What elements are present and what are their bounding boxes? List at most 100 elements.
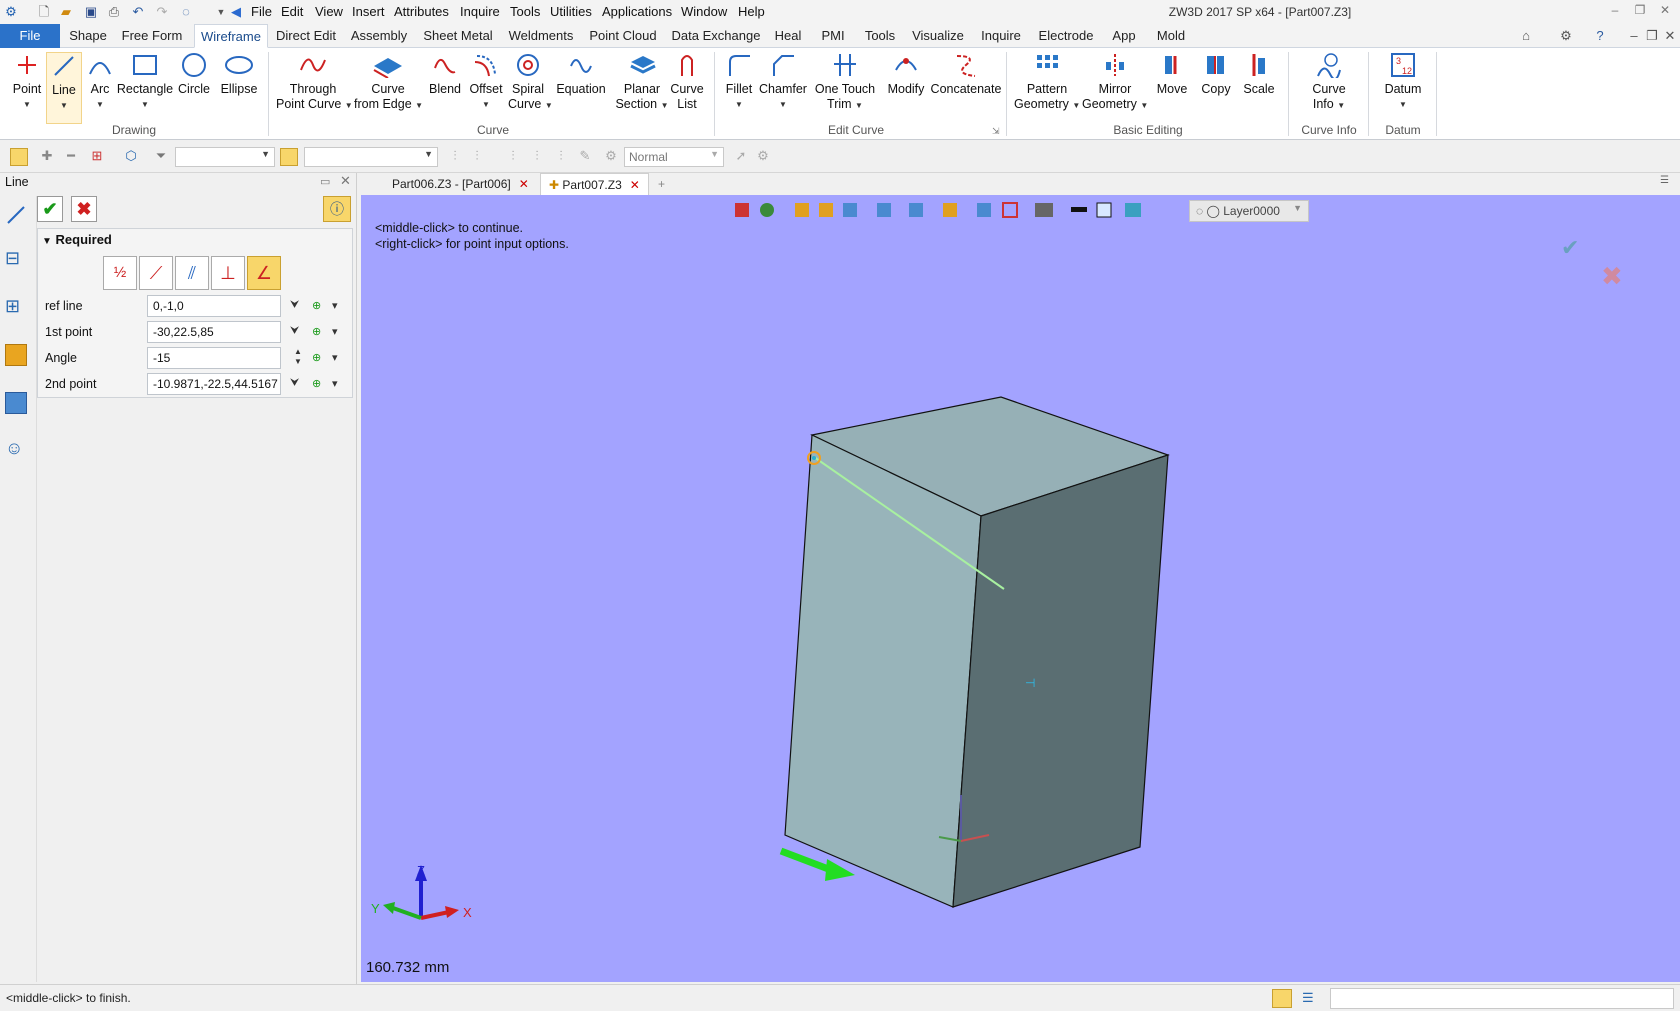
curve-list-button[interactable]: Curve List (670, 52, 704, 112)
ok-check-button[interactable]: ✔ (37, 196, 63, 222)
fillet-button[interactable]: Fillet ▼ (720, 52, 758, 112)
equation-button[interactable]: Equation (554, 52, 608, 97)
doc-restore-icon[interactable]: ❐ (1644, 28, 1660, 44)
help-icon[interactable]: ? (1592, 28, 1608, 44)
save-icon[interactable]: ▣ (83, 4, 99, 20)
first-point-field[interactable]: -30,22.5,85 (147, 321, 281, 343)
align-icon-4[interactable]: ⫶ (528, 148, 546, 166)
menu-utilities[interactable]: Utilities (550, 4, 592, 19)
ellipse-button[interactable]: Ellipse (218, 52, 260, 97)
print-icon[interactable]: ⎙ (106, 4, 122, 20)
spiral-curve-button[interactable]: Spiral Curve ▼ (508, 52, 553, 113)
quick-access-dropdown-icon[interactable]: ▼ (213, 4, 229, 20)
shape-filter-icon[interactable]: ⬡ (122, 148, 140, 166)
menu-edit[interactable]: Edit (281, 4, 303, 19)
tab-pmi[interactable]: PMI (816, 24, 850, 48)
menu-window[interactable]: Window (681, 4, 727, 19)
align-icon-5[interactable]: ⫶ (552, 148, 570, 166)
new-file-icon[interactable]: 🗋 (36, 4, 52, 20)
assembly-tree-icon[interactable]: ⊞ (5, 296, 27, 318)
undo-icon[interactable]: ↶ (130, 4, 146, 20)
datum-button[interactable]: 3 12 Datum ▼ (1378, 52, 1428, 112)
through-point-curve-button[interactable]: Through Point Curve ▼ (276, 52, 353, 113)
settings-gear-icon[interactable]: ⚙ (1558, 28, 1574, 44)
curve-info-button[interactable]: Curve Info ▼ (1300, 52, 1358, 113)
two-point-method-icon[interactable]: ⟋ (139, 256, 173, 290)
tab-sheet-metal[interactable]: Sheet Metal (420, 24, 496, 48)
concatenate-button[interactable]: Concatenate (930, 52, 1002, 97)
offset-button[interactable]: Offset ▼ (466, 52, 506, 112)
tab-inquire[interactable]: Inquire (976, 24, 1026, 48)
mirror-geometry-button[interactable]: Mirror Geometry ▼ (1082, 52, 1148, 113)
first-point-expand-icon[interactable]: ⮟ (290, 325, 299, 338)
move-button[interactable]: Move (1152, 52, 1192, 97)
filter-list-combo[interactable]: ▼ (175, 147, 275, 167)
parallel-method-icon[interactable]: ⫽ (175, 256, 209, 290)
tab-direct-edit[interactable]: Direct Edit (274, 24, 338, 48)
angle-dropdown-icon[interactable]: ▾ (332, 351, 338, 364)
select-mode-icon[interactable]: ◌ (178, 4, 194, 20)
menu-file[interactable]: File (251, 4, 272, 19)
arc-button[interactable]: Arc ▼ (84, 52, 116, 112)
tab-weldments[interactable]: Weldments (506, 24, 576, 48)
point-button[interactable]: Point ▼ (8, 52, 46, 112)
curve-from-edge-button[interactable]: Curve from Edge ▼ (354, 52, 423, 113)
ref-line-field[interactable]: 0,-1,0 (147, 295, 281, 317)
tab-tools[interactable]: Tools (860, 24, 900, 48)
second-point-pick-icon[interactable]: ⊕ (312, 377, 321, 390)
remove-icon[interactable]: ━ (62, 148, 80, 166)
tab-part006[interactable]: Part006.Z3 - [Part006] ✕ (384, 173, 537, 195)
tab-free-form[interactable]: Free Form (120, 24, 184, 48)
cursor-icon[interactable]: ➚ (732, 148, 750, 166)
tab-visualize[interactable]: Visualize (910, 24, 966, 48)
tab-file[interactable]: File (0, 24, 60, 48)
close-tab-icon[interactable]: ✕ (519, 177, 529, 191)
angle-field[interactable]: -15 (147, 347, 281, 369)
add-icon[interactable]: ✚ (38, 148, 56, 166)
pin-icon[interactable]: ✎ (576, 148, 594, 166)
blend-button[interactable]: Blend (426, 52, 464, 97)
user-icon[interactable]: ☺ (5, 438, 27, 460)
align-icon-2[interactable]: ⫶ (468, 148, 486, 166)
doc-close-icon[interactable]: ✕ (1662, 28, 1678, 44)
filter-funnel-icon[interactable]: ⏷ (152, 148, 170, 166)
tab-point-cloud[interactable]: Point Cloud (586, 24, 660, 48)
line-tool-icon[interactable] (5, 204, 27, 226)
smart-pick-icon[interactable] (280, 148, 298, 166)
planar-section-button[interactable]: Planar Section ▼ (614, 52, 670, 113)
tab-assembly[interactable]: Assembly (348, 24, 410, 48)
command-input-field[interactable] (1330, 988, 1674, 1009)
tab-electrode[interactable]: Electrode (1036, 24, 1096, 48)
history-tree-icon[interactable]: ⊟ (5, 248, 27, 270)
grid-filter-icon[interactable]: ⊞ (88, 148, 106, 166)
graphics-viewport[interactable]: <middle-click> to continue. <right-click… (361, 195, 1680, 982)
pick-options-combo[interactable]: ▼ (304, 147, 438, 167)
render-mode-combo[interactable]: Normal ▼ (624, 147, 724, 167)
status-toggle-icon-2[interactable]: ☰ (1302, 990, 1314, 1006)
menu-help[interactable]: Help (738, 4, 765, 19)
angle-pick-icon[interactable]: ⊕ (312, 351, 321, 364)
menu-applications[interactable]: Applications (602, 4, 672, 19)
redo-icon[interactable]: ↷ (154, 4, 170, 20)
copy-button[interactable]: Copy (1196, 52, 1236, 97)
doc-minimize-icon[interactable]: – (1626, 28, 1642, 44)
line-button[interactable]: Line ▼ (46, 52, 82, 124)
perpendicular-method-icon[interactable]: ⊥ (211, 256, 245, 290)
cancel-x-button[interactable]: ✖ (71, 196, 97, 222)
tab-list-icon[interactable]: ☰ (1660, 175, 1669, 186)
tab-wireframe[interactable]: Wireframe (194, 24, 268, 48)
minimize-button[interactable]: – (1605, 3, 1625, 21)
ref-line-expand-icon[interactable]: ⮟ (290, 299, 299, 312)
angle-spinner-icon[interactable]: ▲ ▼ (294, 347, 302, 367)
pick-filter-icon[interactable] (10, 148, 28, 166)
tab-shape[interactable]: Shape (66, 24, 110, 48)
second-point-expand-icon[interactable]: ⮟ (290, 377, 299, 390)
close-tab-icon[interactable]: ✕ (630, 178, 640, 192)
collapse-ribbon-icon[interactable]: ⌂ (1518, 28, 1534, 44)
open-folder-icon[interactable]: ▰ (58, 4, 74, 20)
close-window-button[interactable]: ✕ (1655, 3, 1675, 21)
rectangle-button[interactable]: Rectangle ▼ (116, 52, 174, 112)
image-browser-icon[interactable] (5, 392, 27, 414)
menu-tools[interactable]: Tools (510, 4, 540, 19)
part-library-icon[interactable] (5, 344, 27, 366)
